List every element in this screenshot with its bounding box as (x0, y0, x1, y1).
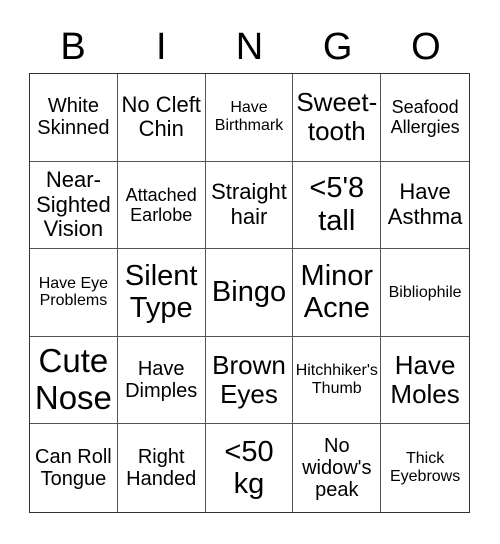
bingo-cell-label: Have Asthma (387, 179, 463, 229)
bingo-cell-label: Have Eye Problems (38, 274, 109, 310)
bingo-cell-label: Brown Eyes (212, 349, 286, 410)
header-letter-o: O (411, 26, 441, 68)
bingo-cell[interactable]: Cute Nose (30, 336, 118, 425)
bingo-cell-label: Straight hair (211, 179, 287, 229)
bingo-cell-label: Bingo (211, 276, 287, 309)
bingo-cell[interactable]: Silent Type (117, 249, 206, 337)
bingo-cell-label: <5'8 tall (309, 172, 365, 237)
bingo-cell-label: <50 kg (224, 435, 274, 501)
bingo-cell-label: No widow's peak (302, 434, 372, 502)
bingo-cell[interactable]: <5'8 tall (293, 161, 382, 250)
bingo-cell[interactable]: Hitchhiker's Thumb (293, 336, 382, 425)
bingo-cell[interactable]: Near-Sighted Vision (30, 161, 118, 250)
bingo-cell-label: Have Dimples (125, 357, 198, 403)
bingo-free-cell[interactable]: Bingo (205, 249, 294, 337)
bingo-cell[interactable]: No widow's peak (293, 424, 382, 512)
bingo-cell[interactable]: Minor Acne (293, 249, 382, 337)
bingo-cell-label: Hitchhiker's Thumb (295, 362, 378, 398)
header-letter-g: G (322, 26, 353, 68)
bingo-grid: White Skinned No Cleft Chin Have Birthmark… (29, 73, 470, 513)
bingo-cell-label: Attached Earlobe (125, 184, 197, 225)
bingo-cell[interactable]: Thick Eyebrows (381, 424, 469, 512)
bingo-cell[interactable]: Brown Eyes (205, 336, 294, 425)
bingo-cell[interactable]: Have Dimples (117, 336, 206, 425)
header-letter-b: B (60, 26, 86, 68)
bingo-header: B I N G O (29, 22, 470, 72)
bingo-cell-label: Can Roll Tongue (35, 445, 112, 491)
bingo-cell-label: Seafood Allergies (390, 97, 460, 138)
header-letter-i: I (156, 26, 167, 68)
bingo-cell[interactable]: Straight hair (205, 161, 294, 250)
bingo-cell[interactable]: White Skinned (30, 74, 118, 162)
bingo-cell[interactable]: Have Moles (381, 337, 469, 425)
bingo-cell-label: Thick Eyebrows (389, 450, 461, 486)
bingo-cell[interactable]: <50 kg (206, 424, 294, 512)
bingo-cell[interactable]: No Cleft Chin (117, 74, 206, 162)
bingo-cell[interactable]: Have Birthmark (205, 74, 294, 162)
bingo-cell-label: Near-Sighted Vision (36, 166, 111, 242)
bingo-cell-label: No Cleft Chin (121, 91, 201, 142)
bingo-cell-label: Minor Acne (300, 260, 374, 325)
bingo-cell-label: Sweet-tooth (296, 87, 378, 147)
header-letter-n: N (235, 26, 264, 68)
bingo-cell[interactable]: Bibliophile (381, 249, 469, 337)
bingo-cell-label: Silent Type (124, 260, 198, 325)
bingo-cell[interactable]: Attached Earlobe (117, 161, 206, 250)
bingo-cell[interactable]: Seafood Allergies (381, 74, 469, 162)
bingo-cell-label: Bibliophile (388, 283, 462, 301)
bingo-cell-label: Right Handed (126, 445, 197, 491)
bingo-cell[interactable]: Right Handed (118, 424, 206, 512)
bingo-cell-label: Have Birthmark (214, 99, 284, 135)
bingo-cell[interactable]: Have Asthma (381, 162, 469, 250)
bingo-cell-label: Cute Nose (34, 342, 112, 417)
bingo-cell-label: White Skinned (37, 94, 110, 140)
bingo-cell[interactable]: Can Roll Tongue (30, 424, 118, 512)
bingo-cell[interactable]: Have Eye Problems (30, 249, 118, 337)
bingo-cell-label: Have Moles (390, 349, 460, 410)
bingo-cell[interactable]: Sweet-tooth (293, 74, 382, 162)
